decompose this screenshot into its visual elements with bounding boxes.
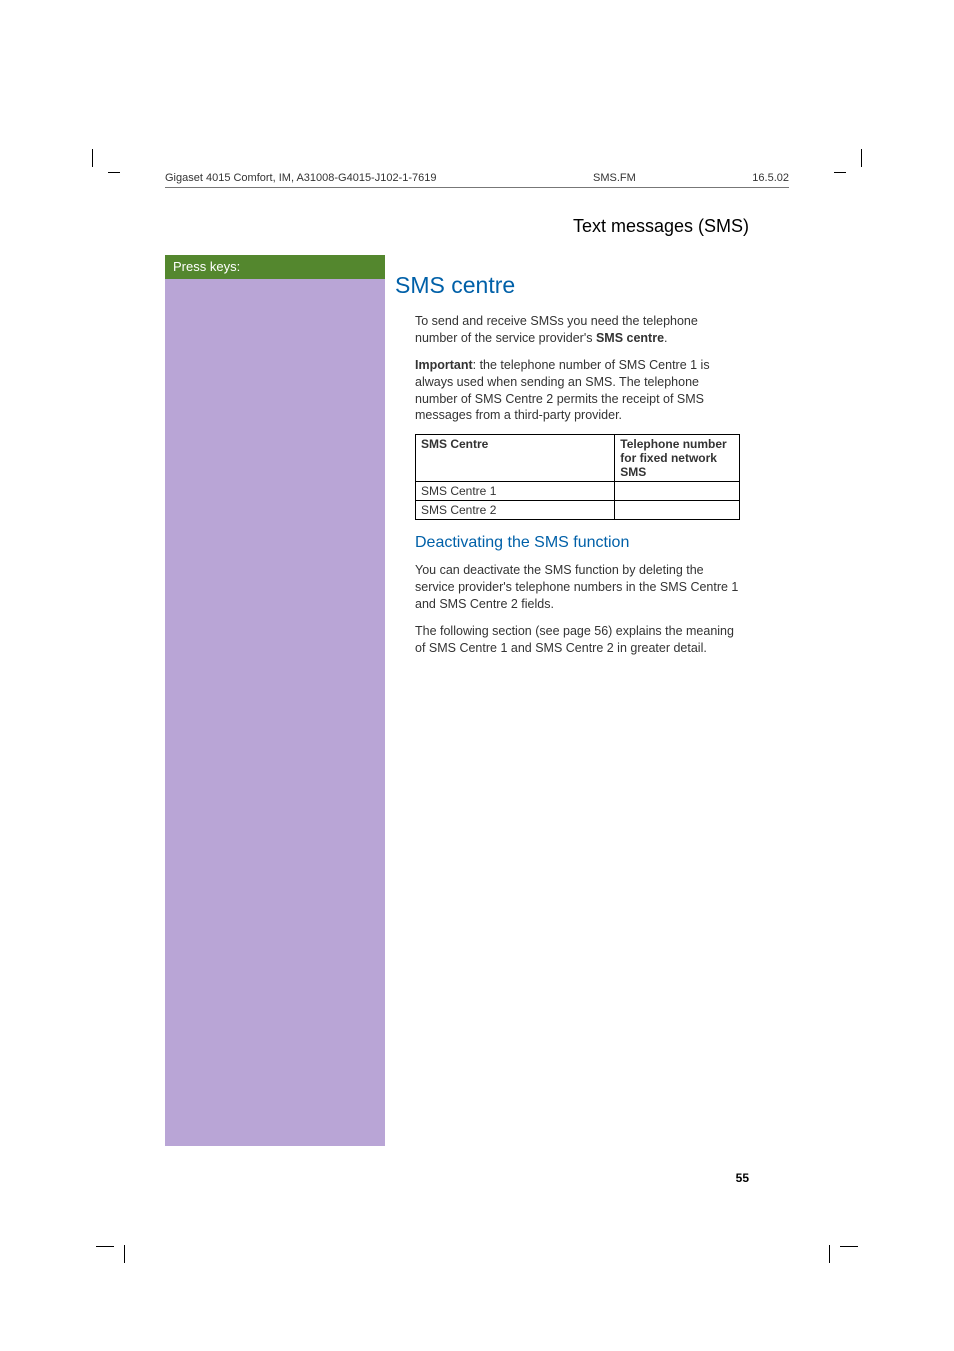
page-header: Gigaset 4015 Comfort, IM, A31008-G4015-J…: [165, 172, 789, 188]
page-number: 55: [736, 1171, 749, 1185]
cell-sms-centre-1: SMS Centre 1: [416, 482, 615, 501]
content-area: SMS centre To send and receive SMSs you …: [395, 272, 740, 667]
paragraph-3: You can deactivate the SMS function by d…: [415, 562, 740, 613]
table-row: SMS Centre 2: [416, 501, 740, 520]
doc-date: 16.5.02: [752, 172, 789, 184]
paragraph-4: The following section (see page 56) expl…: [415, 623, 740, 657]
cell-sms-centre-2: SMS Centre 2: [416, 501, 615, 520]
crop-mark: [96, 1227, 112, 1243]
crop-mark: [842, 1227, 858, 1243]
col-header-number: Telephone number for fixed network SMS: [615, 435, 740, 482]
heading-sms-centre: SMS centre: [395, 272, 740, 299]
para1-bold: SMS centre: [596, 331, 664, 345]
cell-number-2: [615, 501, 740, 520]
table-header-row: SMS Centre Telephone number for fixed ne…: [416, 435, 740, 482]
paragraph-2: Important: the telephone number of SMS C…: [415, 357, 740, 425]
crop-mark: [834, 172, 846, 184]
press-keys-bar: Press keys:: [165, 255, 385, 279]
paragraph-1: To send and receive SMSs you need the te…: [415, 313, 740, 347]
file-name: SMS.FM: [593, 172, 636, 184]
heading-deactivating: Deactivating the SMS function: [415, 534, 740, 552]
crop-mark: [108, 172, 120, 184]
table-row: SMS Centre 1: [416, 482, 740, 501]
sms-centre-table: SMS Centre Telephone number for fixed ne…: [415, 434, 740, 520]
cell-number-1: [615, 482, 740, 501]
para2-bold: Important: [415, 358, 473, 372]
col-header-sms-centre: SMS Centre: [416, 435, 615, 482]
section-title: Text messages (SMS): [573, 216, 749, 237]
sidebar-panel: [165, 279, 385, 1146]
para1-post: .: [664, 331, 667, 345]
doc-id: Gigaset 4015 Comfort, IM, A31008-G4015-J…: [165, 172, 437, 184]
